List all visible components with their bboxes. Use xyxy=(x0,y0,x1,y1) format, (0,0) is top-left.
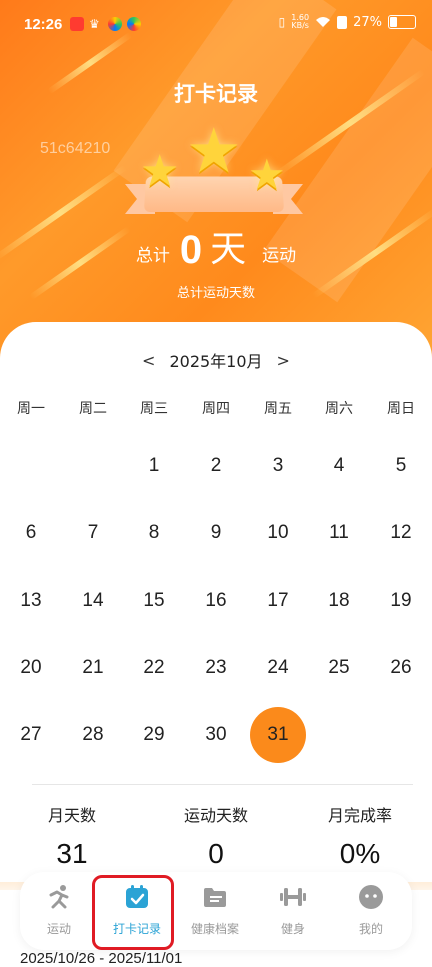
calendar-day[interactable]: 10 xyxy=(250,505,306,561)
calendar-card: < 2025年10月 > 周一 周二 周三 周四 周五 周六 周日 1 2 3 4 5 6 7 8 9 10 1… xyxy=(0,322,432,964)
status-notification-icons: ♛ xyxy=(70,17,141,31)
tab-label: 我的 xyxy=(358,922,383,936)
tab-fitness[interactable]: 健身 xyxy=(254,872,332,950)
calendar-day[interactable]: 12 xyxy=(373,505,429,561)
calendar-day[interactable]: 26 xyxy=(373,640,429,696)
tab-profile[interactable]: 我的 xyxy=(332,872,410,950)
calendar-day[interactable]: 22 xyxy=(126,640,182,696)
calendar-day[interactable]: 8 xyxy=(126,505,182,561)
status-time: 12:26 xyxy=(24,16,63,33)
crown-icon: ♛ xyxy=(89,17,100,31)
calendar-day[interactable]: 23 xyxy=(188,640,244,696)
weekday-label: 周五 xyxy=(264,401,292,417)
calendar-day[interactable]: 20 xyxy=(3,640,59,696)
month-label: 2025年10月 xyxy=(169,352,263,371)
calendar-day[interactable]: 11 xyxy=(311,505,367,561)
calendar-day[interactable]: 16 xyxy=(188,573,244,629)
status-bar: 12:26 ♛ ▯ 1.60 KB/s 27% xyxy=(0,0,432,50)
calendar-day[interactable]: 19 xyxy=(373,573,429,629)
bottom-tab-bar: 运动 打卡记录 健康档案 健身 我的 xyxy=(20,872,412,950)
week-date-range: 2025/10/26 - 2025/11/01 xyxy=(20,950,183,967)
calendar-day[interactable]: 5 xyxy=(373,438,429,494)
weekday-label: 周一 xyxy=(17,401,45,417)
app-notification-icon xyxy=(127,17,141,31)
calendar-day[interactable]: 30 xyxy=(188,707,244,763)
exercise-days-label: 运动天数 xyxy=(183,806,248,825)
star-icon: ★ xyxy=(186,114,242,187)
tab-label: 健康档案 xyxy=(190,922,239,936)
page-title: 打卡记录 xyxy=(174,82,258,106)
vibrate-icon: ▯ xyxy=(278,15,286,29)
battery-percent: 27% xyxy=(353,14,382,30)
profile-face-icon xyxy=(356,882,386,912)
weekday-label: 周六 xyxy=(325,401,353,417)
folder-icon xyxy=(200,882,230,912)
month-days-value: 31 xyxy=(56,838,88,869)
calendar-day[interactable]: 13 xyxy=(3,573,59,629)
dumbbell-icon xyxy=(278,882,308,912)
calendar-day[interactable]: 27 xyxy=(3,707,59,763)
month-days-label: 月天数 xyxy=(47,806,96,825)
star-icon: ★ xyxy=(140,146,180,197)
user-id-watermark: 51c64210 xyxy=(40,140,111,157)
running-icon xyxy=(44,882,74,912)
star-icon: ★ xyxy=(248,150,286,199)
partial-text xyxy=(0,918,14,932)
total-days-summary: 总计 0 天 运动 xyxy=(0,228,432,272)
total-days-value: 0 xyxy=(179,228,203,272)
weekday-label: 周四 xyxy=(202,401,230,417)
wifi-icon xyxy=(316,17,331,27)
calendar-day[interactable]: 21 xyxy=(65,640,121,696)
calendar-day[interactable]: 29 xyxy=(126,707,182,763)
calendar-day[interactable]: 2 xyxy=(188,438,244,494)
completion-rate-label: 月完成率 xyxy=(327,806,392,825)
calendar-day[interactable]: 14 xyxy=(65,573,121,629)
annotation-highlight-box xyxy=(92,875,174,950)
net-speed: 1.60 KB/s xyxy=(291,13,310,30)
tab-health-records[interactable]: 健康档案 xyxy=(176,872,254,950)
total-suffix: 运动 xyxy=(262,246,297,266)
calendar-day[interactable]: 17 xyxy=(250,573,306,629)
weekday-label: 周日 xyxy=(387,401,415,417)
completion-rate-value: 0% xyxy=(339,838,381,869)
calendar-day[interactable]: 7 xyxy=(65,505,121,561)
total-days-unit: 天 xyxy=(210,229,247,270)
total-prefix: 总计 xyxy=(135,246,170,266)
calendar-day[interactable]: 24 xyxy=(250,640,306,696)
total-subtitle: 总计运动天数 xyxy=(176,286,255,301)
app-notification-icon xyxy=(70,17,84,31)
prev-month-button[interactable]: < xyxy=(142,351,155,370)
divider xyxy=(32,784,413,785)
status-right-cluster: ▯ 1.60 KB/s 27% xyxy=(279,14,416,30)
exercise-days-value: 0 xyxy=(208,838,224,869)
month-navigator: < 2025年10月 > xyxy=(0,348,432,372)
sim-icon xyxy=(337,15,348,29)
calendar-day[interactable]: 6 xyxy=(3,505,59,561)
calendar-day[interactable]: 3 xyxy=(250,438,306,494)
calendar-day[interactable]: 18 xyxy=(311,573,367,629)
tab-label: 健身 xyxy=(280,922,305,936)
next-month-button[interactable]: > xyxy=(277,351,290,370)
calendar-day[interactable]: 28 xyxy=(65,707,121,763)
tab-label: 运动 xyxy=(46,922,71,936)
calendar-day-today[interactable]: 31 xyxy=(250,707,306,763)
calendar-day[interactable]: 9 xyxy=(188,505,244,561)
battery-icon xyxy=(388,15,416,29)
tab-exercise[interactable]: 运动 xyxy=(20,872,98,950)
calendar-day[interactable]: 15 xyxy=(126,573,182,629)
calendar-day[interactable]: 25 xyxy=(311,640,367,696)
weekday-label: 周三 xyxy=(140,401,168,417)
weekday-label: 周二 xyxy=(79,401,107,417)
calendar-day[interactable]: 1 xyxy=(126,438,182,494)
calendar-day[interactable]: 4 xyxy=(311,438,367,494)
app-notification-icon xyxy=(108,17,122,31)
